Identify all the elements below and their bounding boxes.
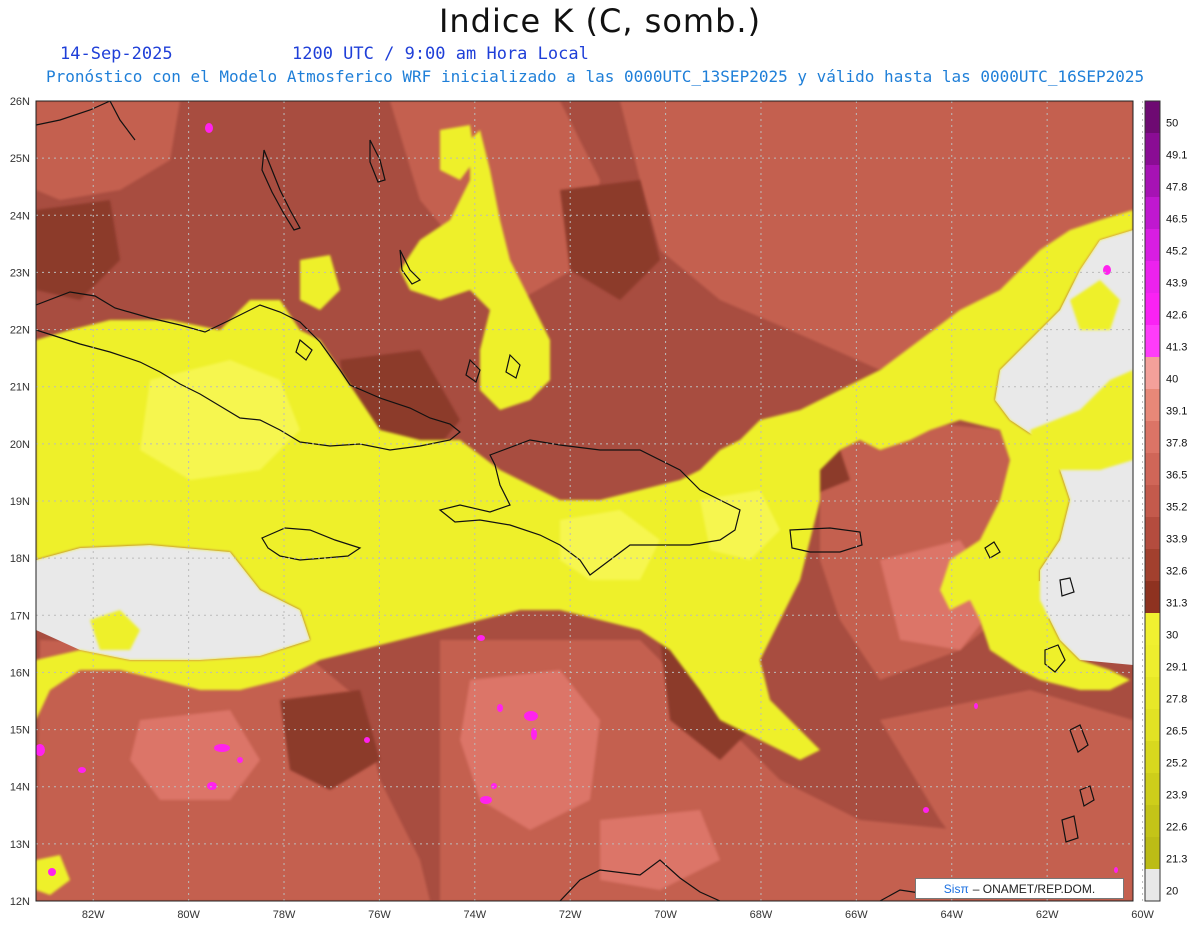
colorbar-label: 23.9 bbox=[1166, 790, 1187, 802]
lat-label: 14N bbox=[10, 782, 30, 794]
colorbar-label: 45.2 bbox=[1166, 246, 1187, 258]
lon-label: 66W bbox=[845, 909, 868, 921]
colorbar-swatch bbox=[1145, 325, 1160, 358]
sis-logo: Sisπ bbox=[943, 881, 969, 896]
colorbar-label: 31.3 bbox=[1166, 598, 1187, 610]
colorbar-label: 39.1 bbox=[1166, 406, 1187, 418]
colorbar-label: 22.6 bbox=[1166, 822, 1187, 834]
colorbar-label: 21.3 bbox=[1166, 854, 1187, 866]
lat-label: 15N bbox=[10, 725, 30, 737]
k-index-map: 26N 25N 24N 23N 22N 21N 20N 19N 18N 17N 16N 15N 14N 1… bbox=[10, 96, 1188, 921]
colorbar-swatch bbox=[1145, 837, 1160, 870]
colorbar-swatch bbox=[1145, 197, 1160, 230]
lon-label: 80W bbox=[177, 909, 200, 921]
colorbar-label: 41.3 bbox=[1166, 342, 1187, 354]
colorbar-label: 32.6 bbox=[1166, 566, 1187, 578]
lat-label: 20N bbox=[10, 439, 30, 451]
lat-label: 24N bbox=[10, 210, 30, 222]
colorbar-swatch bbox=[1145, 581, 1160, 614]
lat-label: 22N bbox=[10, 325, 30, 337]
lon-label: 82W bbox=[82, 909, 105, 921]
colorbar-swatch bbox=[1145, 101, 1160, 134]
lon-label: 64W bbox=[940, 909, 963, 921]
colorbar-swatch bbox=[1145, 645, 1160, 678]
lat-label: 26N bbox=[10, 96, 30, 108]
colorbar: 50 49.1 47.8 46.5 45.2 43.9 42.6 41.3 40 39.1 37.8… bbox=[1144, 100, 1187, 902]
lat-label: 17N bbox=[10, 610, 30, 622]
lat-label: 12N bbox=[10, 896, 30, 908]
colorbar-swatch bbox=[1145, 165, 1160, 198]
colorbar-label: 35.2 bbox=[1166, 502, 1187, 514]
colorbar-label: 37.8 bbox=[1166, 438, 1187, 450]
colorbar-swatch bbox=[1145, 453, 1160, 486]
colorbar-swatch bbox=[1145, 741, 1160, 774]
colorbar-swatch bbox=[1145, 613, 1160, 646]
lon-label: 76W bbox=[368, 909, 391, 921]
lat-label: 25N bbox=[10, 153, 30, 165]
colorbar-label: 26.5 bbox=[1166, 726, 1187, 738]
colorbar-label: 49.1 bbox=[1166, 150, 1187, 162]
colorbar-swatch bbox=[1145, 485, 1160, 518]
lon-label: 60W bbox=[1131, 909, 1154, 921]
colorbar-label: 40 bbox=[1166, 374, 1178, 386]
colorbar-swatch bbox=[1145, 261, 1160, 294]
colorbar-label: 36.5 bbox=[1166, 470, 1187, 482]
colorbar-swatch bbox=[1145, 773, 1160, 806]
colorbar-label: 27.8 bbox=[1166, 694, 1187, 706]
colorbar-label: 47.8 bbox=[1166, 182, 1187, 194]
colorbar-label: 46.5 bbox=[1166, 214, 1187, 226]
colorbar-label: 43.9 bbox=[1166, 278, 1187, 290]
colorbar-swatch bbox=[1145, 517, 1160, 550]
lon-label: 78W bbox=[273, 909, 296, 921]
colorbar-swatch bbox=[1145, 869, 1160, 902]
lon-label: 62W bbox=[1036, 909, 1059, 921]
credit-box: Sisπ – ONAMET/REP.DOM. bbox=[915, 878, 1124, 899]
lat-label: 21N bbox=[10, 382, 30, 394]
credit-text: – ONAMET/REP.DOM. bbox=[972, 881, 1096, 896]
colorbar-label: 25.2 bbox=[1166, 758, 1187, 770]
colorbar-label: 50 bbox=[1166, 118, 1178, 130]
lat-label: 13N bbox=[10, 839, 30, 851]
colorbar-swatch bbox=[1145, 421, 1160, 454]
colorbar-swatch bbox=[1145, 709, 1160, 742]
lat-label: 16N bbox=[10, 667, 30, 679]
lon-label: 68W bbox=[750, 909, 773, 921]
lat-label: 23N bbox=[10, 267, 30, 279]
colorbar-swatch bbox=[1145, 805, 1160, 838]
longitude-labels: 82W 80W 78W 76W 74W 72W 70W 68W 66W 64W 62W 60W bbox=[82, 909, 1155, 921]
colorbar-label: 29.1 bbox=[1166, 662, 1187, 674]
lon-label: 70W bbox=[654, 909, 677, 921]
colorbar-swatch bbox=[1145, 389, 1160, 422]
lon-label: 74W bbox=[463, 909, 486, 921]
lat-label: 19N bbox=[10, 496, 30, 508]
colorbar-swatch bbox=[1145, 293, 1160, 326]
colorbar-label: 20 bbox=[1166, 886, 1178, 898]
colorbar-label: 33.9 bbox=[1166, 534, 1187, 546]
colorbar-swatch bbox=[1145, 677, 1160, 710]
colorbar-label: 30 bbox=[1166, 630, 1178, 642]
colorbar-swatch bbox=[1145, 229, 1160, 262]
lat-label: 18N bbox=[10, 553, 30, 565]
latitude-labels: 26N 25N 24N 23N 22N 21N 20N 19N 18N 17N 16N 15N 14N 1… bbox=[10, 96, 30, 908]
colorbar-swatch bbox=[1145, 357, 1160, 390]
colorbar-swatch bbox=[1145, 549, 1160, 582]
colorbar-label: 42.6 bbox=[1166, 310, 1187, 322]
lon-label: 72W bbox=[559, 909, 582, 921]
colorbar-swatch bbox=[1145, 133, 1160, 166]
